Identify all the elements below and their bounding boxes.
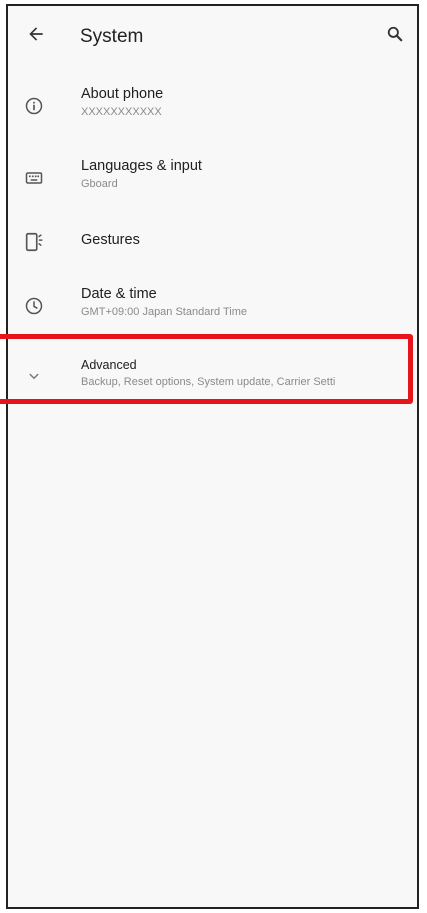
arrow-left-icon (26, 24, 46, 49)
item-subtitle: GMT+09:00 Japan Standard Time (81, 306, 248, 318)
settings-item-about-phone[interactable]: About phone XXXXXXXXXXX (8, 76, 417, 136)
page-title: System (80, 26, 144, 47)
item-title: About phone (81, 86, 164, 102)
item-subtitle: XXXXXXXXXXX (81, 106, 162, 118)
screen-frame: System About phone XXXXXXXXXXX Languages… (6, 4, 419, 909)
keyboard-icon (22, 166, 46, 190)
search-icon (385, 24, 405, 49)
item-title: Advanced (81, 358, 137, 372)
gesture-phone-icon (22, 230, 46, 254)
settings-item-languages-input[interactable]: Languages & input Gboard (8, 148, 417, 208)
settings-item-gestures[interactable]: Gestures (8, 212, 417, 272)
back-button[interactable] (22, 22, 50, 50)
item-title: Date & time (81, 286, 157, 302)
item-subtitle: Gboard (81, 178, 118, 190)
info-icon (22, 94, 46, 118)
item-title: Languages & input (81, 158, 202, 174)
item-title: Gestures (81, 232, 140, 248)
settings-item-date-time[interactable]: Date & time GMT+09:00 Japan Standard Tim… (8, 276, 417, 336)
clock-icon (22, 294, 46, 318)
search-button[interactable] (381, 22, 409, 50)
item-subtitle: Backup, Reset options, System update, Ca… (81, 376, 336, 388)
app-bar: System (8, 6, 417, 70)
chevron-down-icon (22, 364, 46, 388)
settings-item-advanced[interactable]: Advanced Backup, Reset options, System u… (8, 346, 417, 406)
